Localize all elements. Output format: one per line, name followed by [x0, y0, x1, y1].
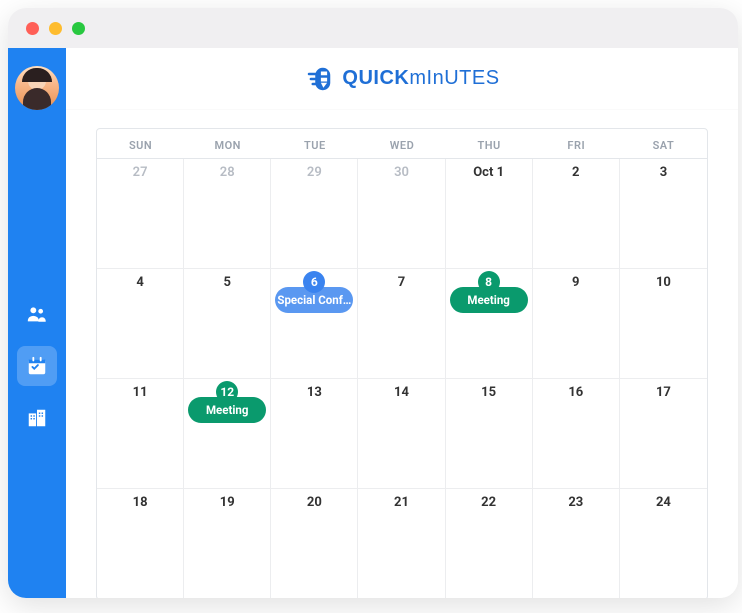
calendar-cell[interactable]: 3 [620, 159, 707, 269]
calendar-cell[interactable]: 9 [533, 269, 620, 379]
calendar-header: SUN MON TUE WED THU FRI SAT [97, 129, 707, 159]
people-icon [26, 303, 48, 325]
day-number: 28 [184, 161, 270, 182]
window-maximize-button[interactable] [72, 22, 85, 35]
calendar-cell[interactable]: 6Special Conf… [271, 269, 358, 379]
calendar-cell[interactable]: 16 [533, 379, 620, 489]
day-marker: 12 [216, 381, 238, 403]
window-minimize-button[interactable] [49, 22, 62, 35]
calendar-cell[interactable]: 21 [358, 489, 445, 598]
logo-icon [304, 64, 334, 94]
day-number: 7 [358, 271, 444, 292]
header-fri: FRI [533, 129, 620, 158]
main: QUICKmInUTES SUN MON TUE WED THU FRI SAT… [66, 48, 738, 598]
window-titlebar [8, 8, 738, 48]
day-number: 15 [446, 381, 532, 402]
header-mon: MON [184, 129, 271, 158]
day-number: 17 [620, 381, 707, 402]
day-number: 2 [533, 161, 619, 182]
calendar-cell[interactable]: 2 [533, 159, 620, 269]
app-window: QUICKmInUTES SUN MON TUE WED THU FRI SAT… [8, 8, 738, 598]
calendar-cell[interactable]: 11 [97, 379, 184, 489]
sidebar-nav [17, 294, 57, 438]
day-number: 9 [533, 271, 619, 292]
calendar-cell[interactable]: 14 [358, 379, 445, 489]
calendar: SUN MON TUE WED THU FRI SAT 27282930Oct … [96, 128, 708, 598]
window-close-button[interactable] [26, 22, 39, 35]
day-number: 23 [533, 491, 619, 512]
day-number: 13 [271, 381, 357, 402]
sidebar-item-buildings[interactable] [17, 398, 57, 438]
app-body: QUICKmInUTES SUN MON TUE WED THU FRI SAT… [8, 48, 738, 598]
calendar-wrap: SUN MON TUE WED THU FRI SAT 27282930Oct … [66, 110, 738, 598]
day-number: 27 [97, 161, 183, 182]
day-number: 5 [184, 271, 270, 292]
logo: QUICKmInUTES [304, 64, 499, 94]
header-sun: SUN [97, 129, 184, 158]
day-number: 4 [97, 271, 183, 292]
day-number: 3 [620, 161, 707, 182]
calendar-cell[interactable]: 5 [184, 269, 271, 379]
calendar-cell[interactable]: 15 [446, 379, 533, 489]
topbar: QUICKmInUTES [66, 48, 738, 110]
calendar-cell[interactable]: 12Meeting [184, 379, 271, 489]
calendar-cell[interactable]: 22 [446, 489, 533, 598]
calendar-cell[interactable]: 29 [271, 159, 358, 269]
calendar-cell[interactable]: 17 [620, 379, 707, 489]
calendar-cell[interactable]: 27 [97, 159, 184, 269]
logo-text: QUICKmInUTES [342, 67, 499, 90]
calendar-cell[interactable]: 8Meeting [446, 269, 533, 379]
day-number: 24 [620, 491, 707, 512]
calendar-cell[interactable]: 18 [97, 489, 184, 598]
day-number: 19 [184, 491, 270, 512]
calendar-cell[interactable]: 19 [184, 489, 271, 598]
day-number: 14 [358, 381, 444, 402]
day-number: 29 [271, 161, 357, 182]
calendar-cell[interactable]: 20 [271, 489, 358, 598]
calendar-icon [26, 355, 48, 377]
day-number: 11 [97, 381, 183, 402]
calendar-cell[interactable]: 24 [620, 489, 707, 598]
calendar-cell[interactable]: 13 [271, 379, 358, 489]
header-thu: THU [446, 129, 533, 158]
header-sat: SAT [620, 129, 707, 158]
day-number: 10 [620, 271, 707, 292]
day-number: Oct 1 [446, 161, 532, 182]
calendar-cell[interactable]: 23 [533, 489, 620, 598]
day-marker: 6 [303, 271, 325, 293]
day-number: 18 [97, 491, 183, 512]
calendar-cell[interactable]: 7 [358, 269, 445, 379]
header-tue: TUE [271, 129, 358, 158]
day-marker: 8 [478, 271, 500, 293]
calendar-body: 27282930Oct 123456Special Conf…78Meeting… [97, 159, 707, 598]
day-number: 16 [533, 381, 619, 402]
day-number: 20 [271, 491, 357, 512]
day-number: 21 [358, 491, 444, 512]
calendar-cell[interactable]: 10 [620, 269, 707, 379]
calendar-cell[interactable]: 30 [358, 159, 445, 269]
avatar[interactable] [15, 66, 59, 110]
day-number: 30 [358, 161, 444, 182]
calendar-cell[interactable]: Oct 1 [446, 159, 533, 269]
calendar-cell[interactable]: 28 [184, 159, 271, 269]
buildings-icon [26, 407, 48, 429]
sidebar-item-people[interactable] [17, 294, 57, 334]
header-wed: WED [358, 129, 445, 158]
calendar-cell[interactable]: 4 [97, 269, 184, 379]
sidebar-item-calendar[interactable] [17, 346, 57, 386]
sidebar [8, 48, 66, 598]
day-number: 22 [446, 491, 532, 512]
